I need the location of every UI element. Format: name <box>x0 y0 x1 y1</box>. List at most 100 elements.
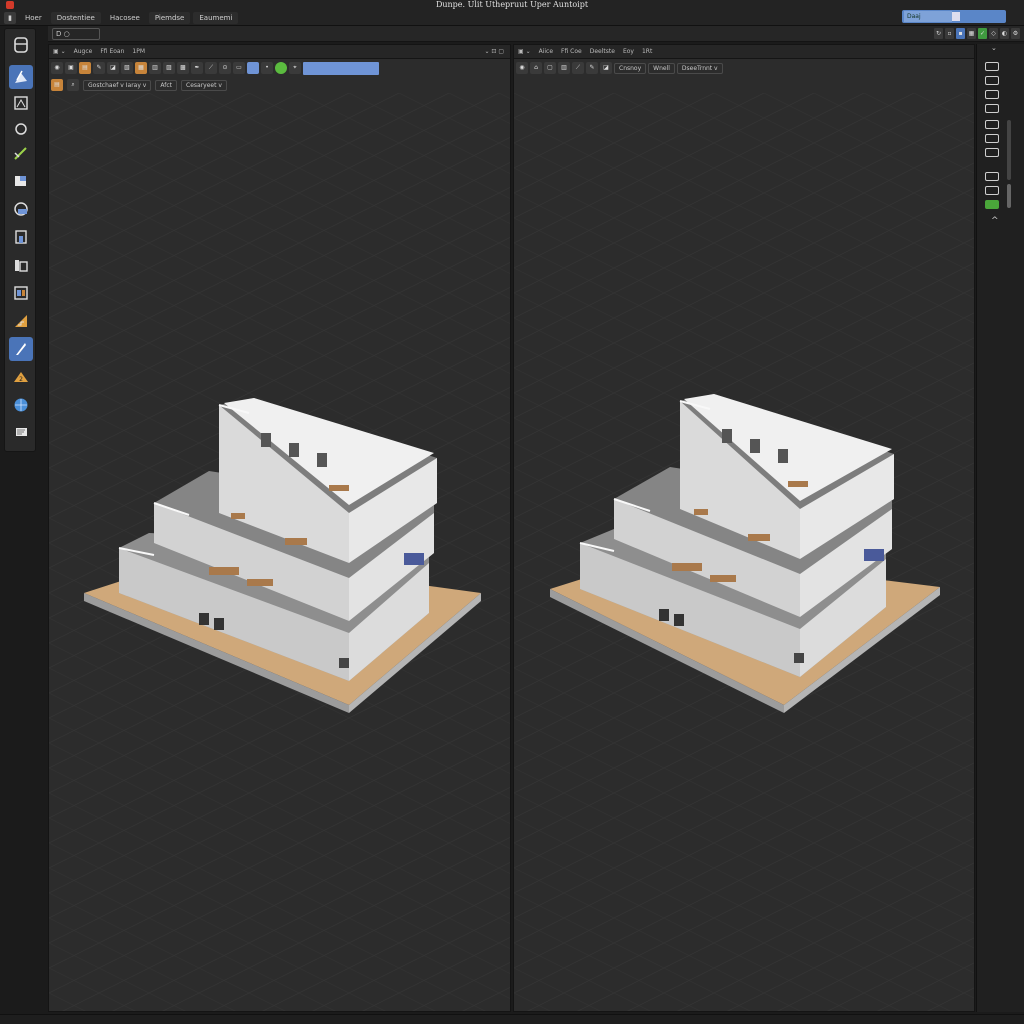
panel-tool-icon[interactable]: ▩ <box>177 62 189 74</box>
left-toolbar: 2 <box>4 28 36 452</box>
viewport-right-tab-0[interactable]: Aiice <box>539 48 553 55</box>
check-icon[interactable]: ✓ <box>978 28 987 39</box>
globe-icon[interactable] <box>9 393 33 417</box>
menu-item-file[interactable]: Hoer <box>19 12 48 24</box>
viewport-left[interactable]: ▣ ⌄ Augce Ffi Eoan 1PM ⌄ ⊡ ▢ ◉ ▣ ▤ ✎ ◪ ▧… <box>48 44 511 1012</box>
scrollbar-track[interactable] <box>1007 120 1011 180</box>
column-tool-icon[interactable]: ▥ <box>558 62 570 74</box>
scrollbar-thumb[interactable] <box>1007 184 1011 208</box>
app-menu-icon[interactable]: ▮ <box>4 12 16 24</box>
mode-selector[interactable]: D ○ <box>52 28 100 40</box>
color-tool-icon[interactable] <box>247 62 259 74</box>
view-icon[interactable]: ▪ <box>956 28 965 39</box>
display-dropdown[interactable]: Gostchaef v Iaray v <box>83 79 152 91</box>
viewport-menu-icon[interactable]: ▣ ⌄ <box>53 48 66 55</box>
viewport-search-field[interactable] <box>303 61 379 75</box>
brush-icon[interactable] <box>9 141 33 165</box>
filter-dropdown[interactable]: Afct <box>155 79 178 91</box>
viewport-menu-icon-right[interactable]: ▣ ⌄ <box>518 48 531 55</box>
cube-icon[interactable] <box>9 33 33 57</box>
category-dropdown[interactable]: Cesaryeet v <box>181 79 227 91</box>
select-icon[interactable] <box>9 65 33 89</box>
viewport-options: ▤ ⌕ Gostchaef v Iaray v Afct Cesaryeet v <box>49 78 510 92</box>
menu-item-2[interactable]: Hacosee <box>104 12 146 24</box>
property-toggle-active[interactable] <box>985 200 999 209</box>
viewport-tab-0[interactable]: Augce <box>74 48 93 55</box>
viewport-close-icon[interactable]: ⌄ ⊡ ▢ <box>484 48 510 55</box>
property-toggle-3[interactable] <box>985 90 999 99</box>
globe-tool-icon[interactable]: ◉ <box>516 62 528 74</box>
layer-icon[interactable]: ▤ <box>51 79 63 91</box>
viewport-right-tab-2[interactable]: Deeltste <box>590 48 615 55</box>
building-model-right[interactable] <box>514 93 974 1011</box>
column-tool-icon[interactable]: ▥ <box>149 62 161 74</box>
wall-dropdown[interactable]: Wnell <box>648 62 675 74</box>
menu-item-1[interactable]: Dostentiee <box>50 12 101 24</box>
grid-icon[interactable]: ▦ <box>967 28 976 39</box>
property-toggle-7[interactable] <box>985 148 999 157</box>
render-icon[interactable]: ◐ <box>1000 28 1009 39</box>
viewport-toolbar: ◉ ▣ ▤ ✎ ◪ ▧ ▦ ▥ ▨ ▩ ✒ ⟋ ⊙ ▭ • ⌖ <box>49 60 510 76</box>
door-icon[interactable] <box>9 225 33 249</box>
top-right-input[interactable]: Daaj <box>904 11 952 22</box>
stair-icon[interactable] <box>9 309 33 333</box>
viewport-canvas-left[interactable] <box>49 93 510 1011</box>
top-right-field[interactable]: Daaj <box>902 10 1006 23</box>
menu-item-4[interactable]: Eaumemi <box>193 12 239 24</box>
viewport-right-tab-4[interactable]: 1Rt <box>642 48 652 55</box>
circle-icon[interactable] <box>9 117 33 141</box>
move-icon[interactable] <box>9 91 33 115</box>
expand-up-icon[interactable]: ^ <box>991 216 999 226</box>
wall-icon[interactable] <box>9 253 33 277</box>
property-toggle-8[interactable] <box>985 172 999 181</box>
link-tool-icon[interactable]: ⟋ <box>205 62 217 74</box>
cube-tool-icon[interactable]: ▣ <box>65 62 77 74</box>
pencil-tool-icon[interactable]: ✎ <box>93 62 105 74</box>
roof-icon[interactable]: 2 <box>9 365 33 389</box>
frame-tool-icon[interactable]: ▧ <box>121 62 133 74</box>
property-toggle-2[interactable] <box>985 76 999 85</box>
dot-tool-icon[interactable]: • <box>261 62 273 74</box>
property-toggle-9[interactable] <box>985 186 999 195</box>
pen-icon[interactable] <box>9 337 33 361</box>
property-toggle-1[interactable] <box>985 62 999 71</box>
building-model-left[interactable] <box>49 93 510 1011</box>
viewport-right[interactable]: ▣ ⌄ Aiice Ffi Coe Deeltste Eoy 1Rt ◉ ⌂ ▢… <box>513 44 975 1012</box>
globe-tool-icon[interactable]: ◉ <box>51 62 63 74</box>
snap-icon[interactable]: ◇ <box>989 28 998 39</box>
note-icon[interactable] <box>9 421 33 445</box>
paint-tool-icon[interactable]: ▤ <box>79 62 91 74</box>
property-toggle-6[interactable] <box>985 134 999 143</box>
link-tool-icon[interactable]: ⟋ <box>572 62 584 74</box>
eraser-tool-icon[interactable]: ◪ <box>107 62 119 74</box>
viewport-tab-1[interactable]: Ffi Eoan <box>100 48 124 55</box>
camera-icon[interactable] <box>9 197 33 221</box>
view-dropdown[interactable]: Cnsnoy <box>614 62 647 74</box>
window-icon[interactable] <box>9 281 33 305</box>
property-toggle-4[interactable] <box>985 104 999 113</box>
pen-tool-icon[interactable]: ✒ <box>191 62 203 74</box>
refresh-icon[interactable]: ↻ <box>934 28 943 39</box>
zoom-icon[interactable]: ⌕ <box>67 79 79 91</box>
pin-tool-icon[interactable]: ⌖ <box>289 62 301 74</box>
texture-tool-icon[interactable]: ▦ <box>135 62 147 74</box>
viewport-right-tab-3[interactable]: Eoy <box>623 48 634 55</box>
viewport-right-tab-1[interactable]: Ffi Coe <box>561 48 582 55</box>
display-tool-icon[interactable]: ▭ <box>233 62 245 74</box>
floor-tool-icon[interactable]: ▨ <box>163 62 175 74</box>
snap-tool-icon[interactable]: ⊙ <box>219 62 231 74</box>
property-toggle-5[interactable] <box>985 120 999 129</box>
settings-icon[interactable]: ⚙ <box>1011 28 1020 39</box>
eraser-tool-icon[interactable]: ◪ <box>600 62 612 74</box>
camera-tool-icon[interactable]: ⌂ <box>530 62 542 74</box>
layer-icon[interactable]: ▫ <box>945 28 954 39</box>
frame-tool-icon[interactable]: ▢ <box>544 62 556 74</box>
viewport-tab-2[interactable]: 1PM <box>132 48 145 55</box>
material-icon[interactable] <box>9 169 33 193</box>
menu-item-3[interactable]: Piemdse <box>148 12 191 24</box>
collapse-icon[interactable]: ⌄ <box>991 44 997 52</box>
status-green-icon[interactable] <box>275 62 287 74</box>
style-dropdown[interactable]: DseeTrnnt v <box>676 62 723 74</box>
pencil-tool-icon[interactable]: ✎ <box>586 62 598 74</box>
viewport-canvas-right[interactable] <box>514 93 974 1011</box>
